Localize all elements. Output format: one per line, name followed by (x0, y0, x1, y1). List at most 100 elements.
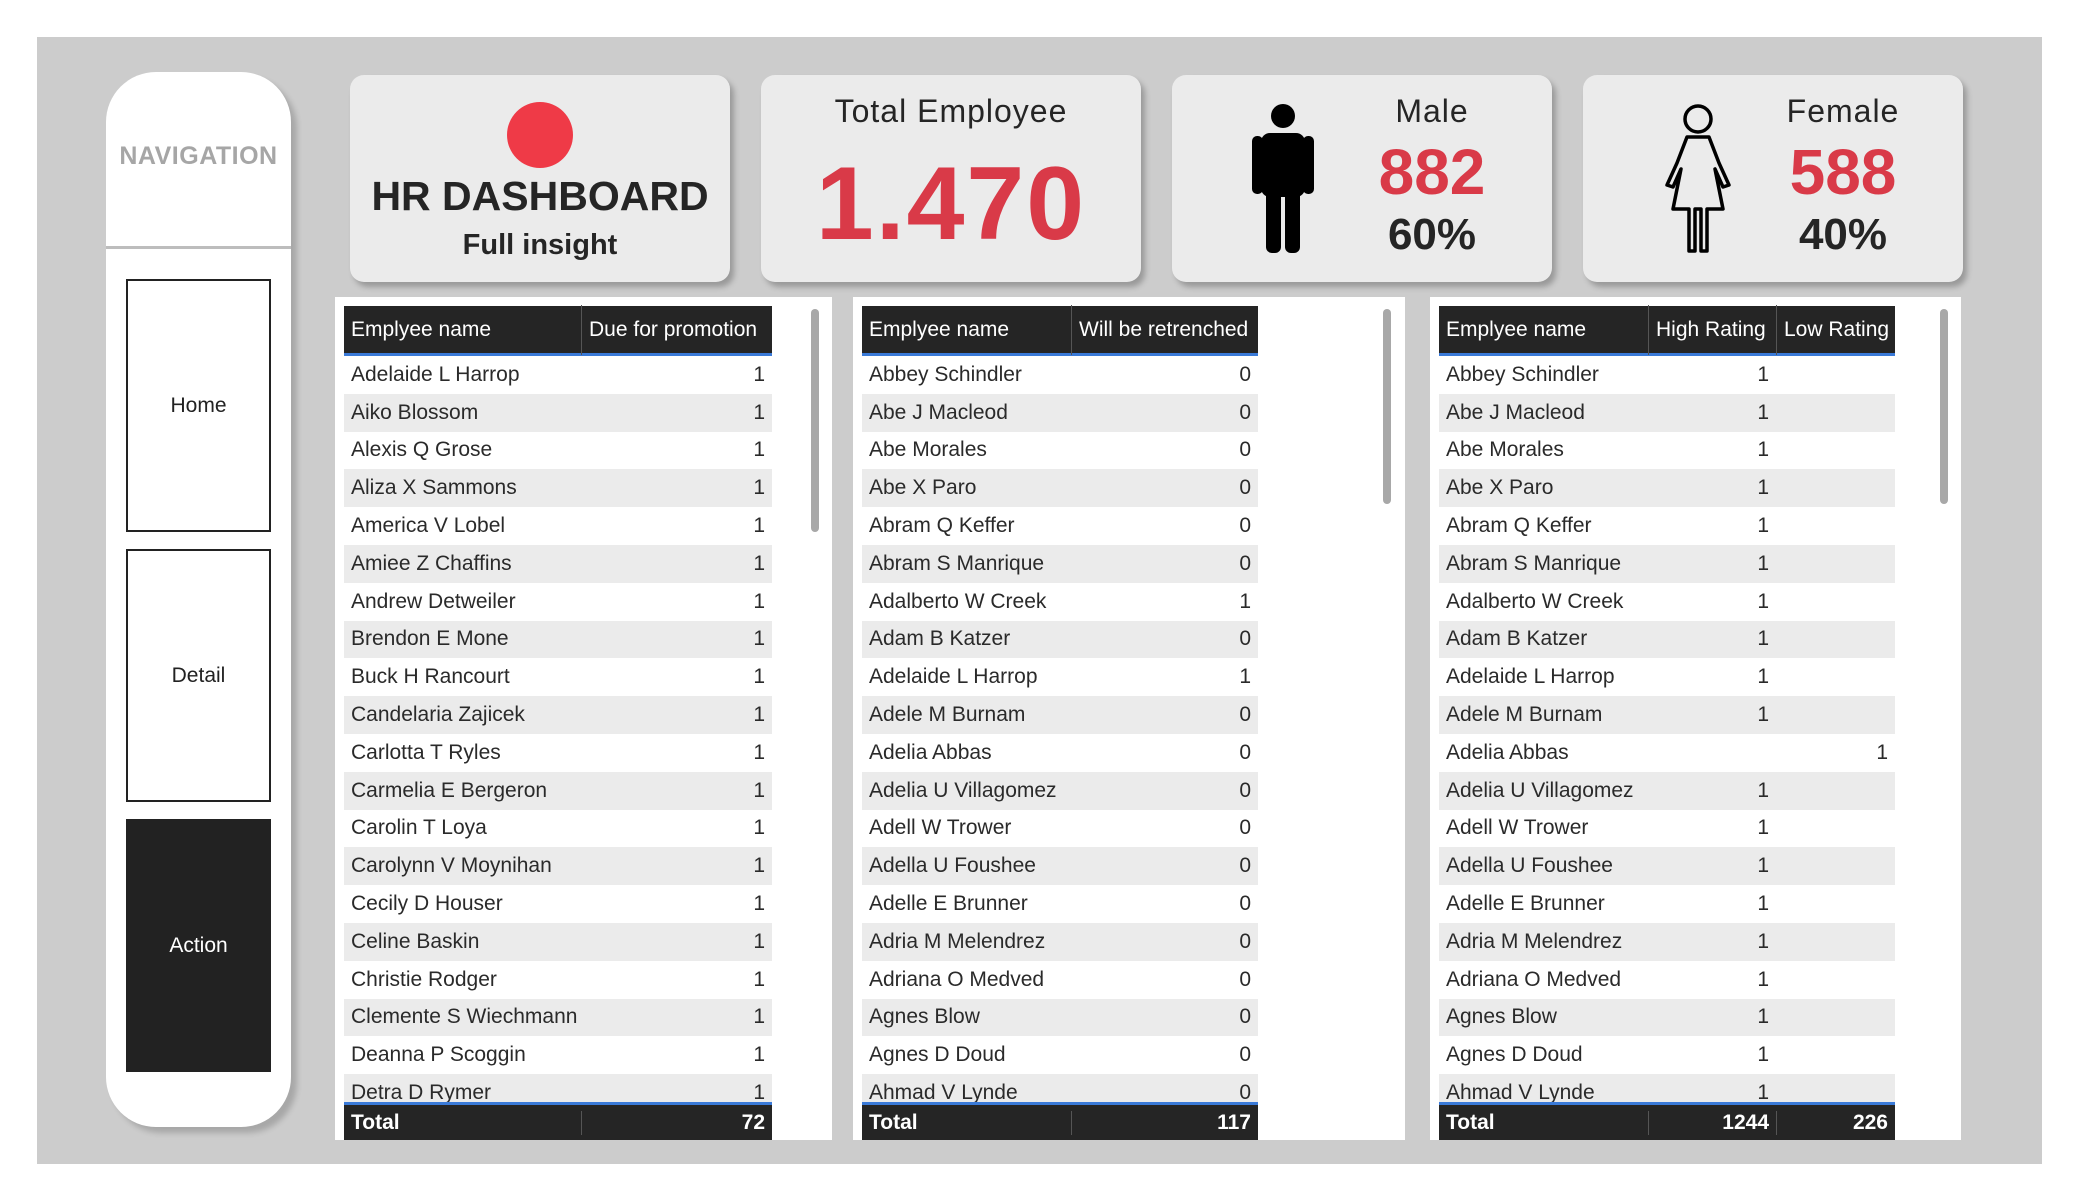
table-row[interactable]: Abe Morales 1 (1439, 431, 1895, 470)
total-high-value: 1244 (1648, 1110, 1776, 1135)
column-header-name[interactable]: Emplyee name (1439, 305, 1648, 355)
table-row[interactable]: Adam B Katzer 1 (1439, 620, 1895, 659)
table-row[interactable]: Adriana O Medved 1 (1439, 960, 1895, 999)
column-header-retrenched[interactable]: Will be retrenched (1071, 304, 1258, 355)
table-row[interactable]: Adelia U Villagomez 1 (1439, 771, 1895, 810)
table-row[interactable]: Adria M Melendrez 0 (862, 922, 1258, 961)
scrollbar-thumb[interactable] (1940, 309, 1948, 504)
value-cell: 0 (1239, 816, 1251, 840)
table-row[interactable]: Adella U Foushee 1 (1439, 847, 1895, 886)
table-row[interactable]: Abe Morales 0 (862, 431, 1258, 470)
table-row[interactable]: Abram S Manrique 0 (862, 544, 1258, 583)
table-row[interactable]: Amiee Z Chaffins 1 (344, 544, 772, 583)
employee-name-cell: Adell W Trower (1446, 816, 1589, 840)
column-header-name[interactable]: Emplyee name (862, 305, 1071, 355)
table-row[interactable]: Carlotta T Ryles 1 (344, 733, 772, 772)
table-row[interactable]: Buck H Rancourt 1 (344, 658, 772, 697)
employee-name-cell: Adelaide L Harrop (351, 362, 520, 386)
value-cell: 0 (1239, 1043, 1251, 1067)
table-row[interactable]: Adelle E Brunner 0 (862, 885, 1258, 923)
table-row[interactable]: Adelia Abbas 1 (1439, 733, 1895, 772)
employee-name-cell: Andrew Detweiler (351, 589, 516, 613)
table-row[interactable]: Abe X Paro 0 (862, 469, 1258, 508)
table-row[interactable]: Abram Q Keffer 1 (1439, 507, 1895, 545)
table-row[interactable]: Cecily D Houser 1 (344, 885, 772, 923)
employee-name-cell: Agnes Blow (1446, 1005, 1557, 1029)
table-body[interactable]: Adelaide L Harrop 1 Aiko Blossom 1 Alexis Q … (344, 356, 772, 1102)
employee-name-cell: Amiee Z Chaffins (351, 551, 512, 575)
retrench-panel: Emplyee name Will be retrenched Abbey Sc… (853, 297, 1405, 1140)
table-row[interactable]: Adella U Foushee 0 (862, 847, 1258, 886)
value-cell: 0 (1239, 551, 1251, 575)
table-row[interactable]: Carolynn V Moynihan 1 (344, 847, 772, 886)
table-row[interactable]: Carmelia E Bergeron 1 (344, 771, 772, 810)
table-row[interactable]: Adelia Abbas 0 (862, 733, 1258, 772)
table-row[interactable]: Deanna P Scoggin 1 (344, 1036, 772, 1075)
table-row[interactable]: Adell W Trower 1 (1439, 809, 1895, 848)
employee-name-cell: Adella U Foushee (1446, 854, 1613, 878)
table-row[interactable]: Candelaria Zajicek 1 (344, 696, 772, 734)
table-row[interactable]: Aliza X Sammons 1 (344, 469, 772, 508)
table-row[interactable]: Agnes D Doud 1 (1439, 1036, 1895, 1075)
table-row[interactable]: Abe J Macleod 0 (862, 393, 1258, 432)
table-row[interactable]: Abbey Schindler 0 (862, 356, 1258, 394)
table-row[interactable]: Adele M Burnam 0 (862, 696, 1258, 734)
scrollbar-thumb[interactable] (811, 309, 819, 532)
employee-name-cell: Abram Q Keffer (1446, 514, 1592, 538)
value-cell: 0 (1239, 362, 1251, 386)
total-label: Total (869, 1110, 918, 1134)
table-row[interactable]: Christie Rodger 1 (344, 960, 772, 999)
value-cell: 1 (753, 967, 765, 991)
value-cell: 1 (1757, 854, 1769, 878)
table-row[interactable]: Agnes Blow 0 (862, 998, 1258, 1037)
table-row[interactable]: Aiko Blossom 1 (344, 393, 772, 432)
table-row[interactable]: Andrew Detweiler 1 (344, 582, 772, 621)
table-row[interactable]: Abram Q Keffer 0 (862, 507, 1258, 545)
table-row[interactable]: Agnes D Doud 0 (862, 1036, 1258, 1075)
table-row[interactable]: Adam B Katzer 0 (862, 620, 1258, 659)
table-row[interactable]: Brendon E Mone 1 (344, 620, 772, 659)
table-row[interactable]: Abram S Manrique 1 (1439, 544, 1895, 583)
value-cell: 1 (1757, 967, 1769, 991)
table-row[interactable]: Adelaide L Harrop 1 (862, 658, 1258, 697)
table-total-row: Total 72 (344, 1102, 772, 1140)
table-row[interactable]: Ahmad V Lynde 0 (862, 1074, 1258, 1102)
table-row[interactable]: Adelle E Brunner 1 (1439, 885, 1895, 923)
table-row[interactable]: Adell W Trower 0 (862, 809, 1258, 848)
table-body[interactable]: Abbey Schindler 0 Abe J Macleod 0 Abe Morale… (862, 356, 1258, 1102)
column-header-high-rating[interactable]: High Rating (1648, 304, 1776, 355)
column-header-name[interactable]: Emplyee name (344, 305, 581, 355)
table-row[interactable]: Clemente S Wiechmann 1 (344, 998, 772, 1037)
table-row[interactable]: Ahmad V Lynde 1 (1439, 1074, 1895, 1102)
nav-home-button[interactable]: Home (126, 279, 271, 532)
value-cell: 1 (753, 514, 765, 538)
table-row[interactable]: Detra D Rymer 1 (344, 1074, 772, 1102)
table-row[interactable]: Adalberto W Creek 1 (862, 582, 1258, 621)
column-header-promotion[interactable]: Due for promotion (581, 304, 772, 355)
table-row[interactable]: Adelaide L Harrop 1 (344, 356, 772, 394)
value-cell: 1 (753, 740, 765, 764)
value-cell: 1 (1757, 1081, 1769, 1102)
table-row[interactable]: Abe J Macleod 1 (1439, 393, 1895, 432)
table-row[interactable]: Adele M Burnam 1 (1439, 696, 1895, 734)
table-row[interactable]: Adriana O Medved 0 (862, 960, 1258, 999)
table-row[interactable]: Adelia U Villagomez 0 (862, 771, 1258, 810)
table-row[interactable]: Abbey Schindler 1 (1439, 356, 1895, 394)
table-row[interactable]: Alexis Q Grose 1 (344, 431, 772, 470)
scrollbar-thumb[interactable] (1383, 309, 1391, 504)
table-row[interactable]: Adalberto W Creek 1 (1439, 582, 1895, 621)
table-row[interactable]: Adelaide L Harrop 1 (1439, 658, 1895, 697)
table-row[interactable]: Adria M Melendrez 1 (1439, 922, 1895, 961)
column-header-low-rating[interactable]: Low Rating (1776, 304, 1895, 355)
table-row[interactable]: Celine Baskin 1 (344, 922, 772, 961)
nav-action-button[interactable]: Action (126, 819, 271, 1072)
table-body[interactable]: Abbey Schindler 1 Abe J Macleod 1 Abe Morale… (1439, 356, 1895, 1102)
table-row[interactable]: Agnes Blow 1 (1439, 998, 1895, 1037)
rating-table: Emplyee name High Rating Low Rating Abbe… (1439, 304, 1895, 1140)
employee-name-cell: Adell W Trower (869, 816, 1012, 840)
table-row[interactable]: America V Lobel 1 (344, 507, 772, 545)
table-row[interactable]: Abe X Paro 1 (1439, 469, 1895, 508)
nav-detail-button[interactable]: Detail (126, 549, 271, 802)
female-count: 588 (1789, 136, 1897, 208)
table-row[interactable]: Carolin T Loya 1 (344, 809, 772, 848)
